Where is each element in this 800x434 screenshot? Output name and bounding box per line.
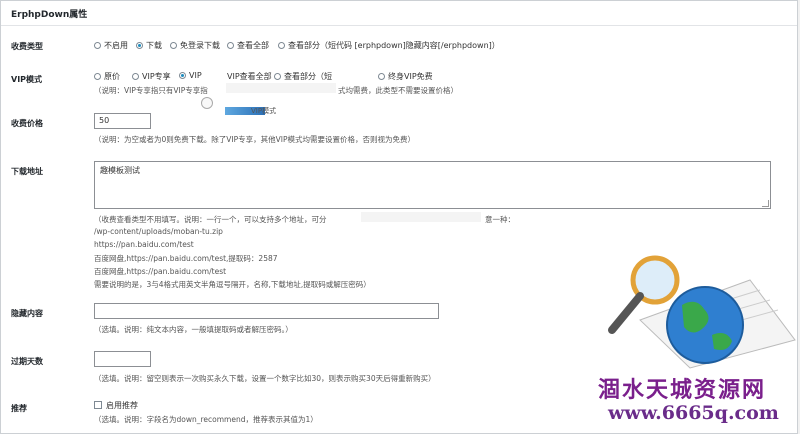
download-textarea[interactable]: 趣模板测试 — [94, 161, 771, 209]
hidden-content-hint: （选填。说明：纯文本内容，一般填提取码或者解压密码。） — [94, 325, 293, 334]
download-label: 下载地址 — [11, 167, 43, 176]
fee-type-label: 收费类型 — [11, 42, 43, 51]
download-hint-line: 需要说明的是，3与4格式用英文半角逗号隔开，名称,下载地址,提取码或解压密码） — [94, 280, 371, 289]
option-label: VIP专享 — [142, 72, 171, 81]
download-hint-line: https://pan.baidu.com/test — [94, 240, 194, 249]
vip-mode-hint: （说明：VIP专享指只有VIP专享指 — [94, 86, 208, 95]
obscured-region — [226, 83, 336, 93]
radio[interactable] — [378, 73, 385, 80]
vip-mode-label: VIP模式 — [11, 75, 43, 84]
download-hint-line: /wp-content/uploads/moban-tu.zip — [94, 227, 223, 236]
price-hint: （说明：为空或者为0则免费下载。除了VIP专享，其他VIP模式均需要设置价格，否… — [94, 135, 415, 144]
price-input[interactable]: 50 — [94, 113, 151, 129]
radio-checked[interactable] — [179, 72, 186, 79]
vip-mode-option-view-part[interactable]: 查看部分（短 — [274, 71, 332, 82]
fee-type-option-download[interactable]: 下载 — [136, 40, 162, 51]
vip-mode-option-lifetime-free[interactable]: 终身VIP免费 — [378, 71, 433, 82]
recommend-checkbox[interactable] — [94, 401, 102, 409]
radio[interactable] — [227, 42, 234, 49]
expire-days-input[interactable] — [94, 351, 151, 367]
cursor-icon — [201, 97, 213, 109]
radio[interactable] — [274, 73, 281, 80]
option-label: 不启用 — [104, 41, 128, 50]
panel-header[interactable]: ErphpDown属性 — [1, 1, 797, 26]
vip-mode-option-vip-view-all[interactable]: VIP查看全部 — [227, 71, 272, 82]
option-label: 查看部分（短代码 [erphpdown]隐藏内容[/erphpdown]） — [288, 41, 500, 50]
expire-days-hint: （选填。说明：留空则表示一次购买永久下载，设置一个数字比如30，则表示购买30天… — [94, 374, 436, 383]
fee-type-option-disabled[interactable]: 不启用 — [94, 40, 128, 51]
radio-checked[interactable] — [136, 42, 143, 49]
recommend-hint: （选填。说明：字段名为down_recommend，推荐表示其值为1） — [94, 415, 318, 424]
option-label: 原价 — [104, 72, 120, 81]
tooltip-label: VIP模式 — [251, 107, 277, 115]
watermark-site-name: 涸水天城资源网 — [598, 377, 767, 403]
option-label: 查看全部 — [237, 41, 269, 50]
hidden-content-label: 隐藏内容 — [11, 309, 43, 318]
recommend-checkbox-label: 启用推荐 — [106, 401, 138, 410]
radio[interactable] — [132, 73, 139, 80]
download-textarea-value: 趣模板测试 — [100, 166, 140, 175]
vip-mode-option-original[interactable]: 原价 — [94, 71, 120, 82]
vip-mode-hint-tail: 式均需费，此类型不需要设置价格） — [338, 86, 458, 95]
download-hint-line: 百度网盘,https://pan.baidu.com/test — [94, 267, 227, 276]
resize-handle[interactable] — [762, 200, 769, 207]
recommend-checkbox-wrap[interactable]: 启用推荐 — [94, 400, 138, 411]
hidden-content-input[interactable] — [94, 303, 439, 319]
download-hint-tail: 意一种： — [485, 215, 515, 224]
radio[interactable] — [278, 42, 285, 49]
fee-type-option-guest-download[interactable]: 免登录下载 — [170, 40, 220, 51]
option-label: 免登录下载 — [180, 41, 220, 50]
recommend-label: 推荐 — [11, 404, 27, 413]
obscured-region — [361, 212, 481, 222]
panel-title: ErphpDown属性 — [11, 10, 88, 20]
vip-mode-option-vip[interactable]: VIP — [179, 71, 202, 80]
price-label: 收费价格 — [11, 119, 43, 128]
vip-mode-option-vip-only[interactable]: VIP专享 — [132, 71, 171, 82]
magnifier-globe-icon — [608, 255, 796, 369]
option-label: 终身VIP免费 — [388, 72, 433, 81]
radio[interactable] — [170, 42, 177, 49]
option-label: 查看部分（短 — [284, 72, 332, 81]
expire-days-label: 过期天数 — [11, 357, 43, 366]
option-label: VIP — [189, 71, 202, 80]
option-label: VIP查看全部 — [227, 72, 272, 81]
option-label: 下载 — [146, 41, 162, 50]
fee-type-option-view-all[interactable]: 查看全部 — [227, 40, 269, 51]
radio[interactable] — [94, 42, 101, 49]
download-hint-line: （收费查看类型不用填写。说明：一行一个，可以支持多个地址，可分 — [94, 215, 327, 224]
download-hint-line: 百度网盘,https://pan.baidu.com/test,提取码：2587 — [94, 254, 278, 263]
fee-type-option-view-part[interactable]: 查看部分（短代码 [erphpdown]隐藏内容[/erphpdown]） — [278, 40, 500, 51]
radio[interactable] — [94, 73, 101, 80]
watermark-url: www.6665q.com — [608, 402, 779, 424]
